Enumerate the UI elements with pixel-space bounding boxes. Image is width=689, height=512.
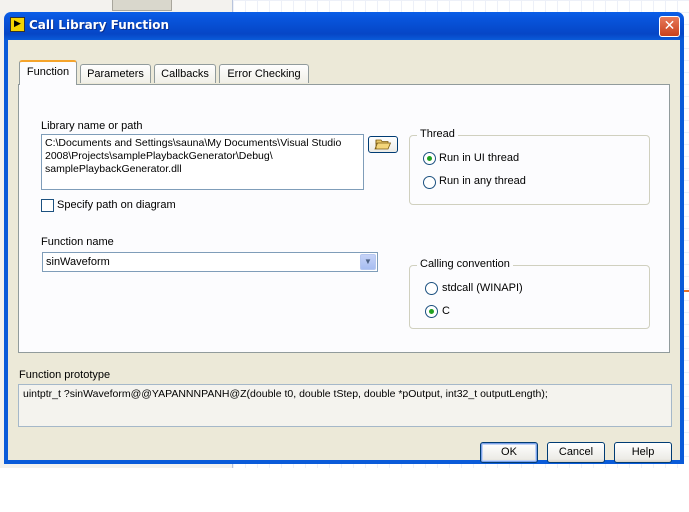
specify-path-checkbox[interactable]	[41, 199, 54, 212]
cancel-button[interactable]: Cancel	[547, 442, 605, 463]
thread-group: Thread Run in UI thread Run in any threa…	[409, 128, 650, 205]
folder-open-icon	[374, 139, 392, 150]
tab-callbacks[interactable]: Callbacks	[154, 64, 216, 83]
close-icon[interactable]: ✕	[659, 16, 680, 37]
specify-path-label: Specify path on diagram	[57, 199, 176, 211]
radio-any-thread[interactable]	[423, 176, 436, 189]
tab-error-checking[interactable]: Error Checking	[219, 64, 309, 83]
dialog-window: ▶ Call Library Function ✕ Function Param…	[4, 12, 684, 464]
chevron-down-icon[interactable]: ▼	[360, 254, 376, 270]
prototype-display: uintptr_t ?sinWaveform@@YAPANNNPANH@Z(do…	[18, 384, 672, 427]
function-name-value: sinWaveform	[46, 256, 110, 268]
calling-convention-group: Calling convention stdcall (WINAPI) C	[409, 258, 650, 329]
tab-parameters[interactable]: Parameters	[80, 64, 151, 83]
radio-stdcall-label: stdcall (WINAPI)	[442, 282, 523, 294]
library-path-label: Library name or path	[41, 120, 143, 132]
radio-any-thread-label: Run in any thread	[439, 175, 526, 187]
title-bar[interactable]: ▶ Call Library Function ✕	[4, 12, 684, 40]
labview-icon: ▶	[10, 17, 25, 32]
ok-button[interactable]: OK	[480, 442, 538, 463]
radio-ui-thread-label: Run in UI thread	[439, 152, 520, 164]
thread-group-title: Thread	[417, 128, 458, 140]
function-name-label: Function name	[41, 236, 114, 248]
calling-convention-title: Calling convention	[417, 258, 513, 270]
radio-c-label: C	[442, 305, 450, 317]
background-tab	[112, 0, 172, 11]
radio-c[interactable]	[425, 305, 438, 318]
radio-ui-thread[interactable]	[423, 152, 436, 165]
radio-stdcall[interactable]	[425, 282, 438, 295]
function-name-select[interactable]: sinWaveform ▼	[42, 252, 378, 272]
dialog-title: Call Library Function	[29, 18, 170, 32]
library-path-input[interactable]: C:\Documents and Settings\sauna\My Docum…	[41, 134, 364, 190]
prototype-label: Function prototype	[19, 369, 111, 381]
tab-panel-function: Library name or path C:\Documents and Se…	[18, 84, 670, 353]
help-button[interactable]: Help	[614, 442, 672, 463]
browse-button[interactable]	[368, 136, 398, 153]
dialog-client-area: Function Parameters Callbacks Error Chec…	[8, 40, 680, 463]
tab-function[interactable]: Function	[19, 60, 77, 85]
